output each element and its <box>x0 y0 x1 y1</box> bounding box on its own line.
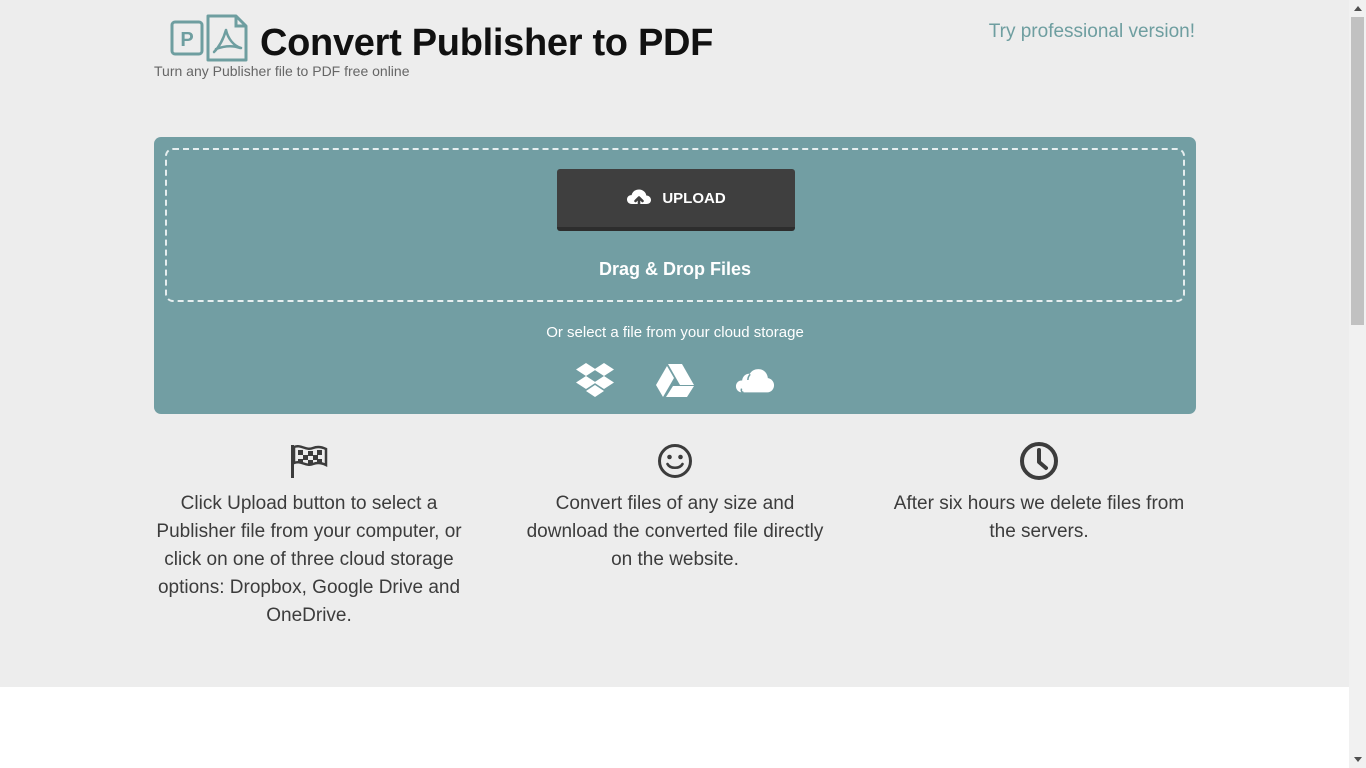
onedrive-icon[interactable] <box>735 361 775 401</box>
drag-drop-text: Drag & Drop Files <box>598 259 752 279</box>
svg-text:P: P <box>180 29 193 51</box>
feature-convert: Convert files of any size and download t… <box>520 440 830 574</box>
cloud-upload-icon <box>626 188 652 208</box>
vertical-scrollbar[interactable] <box>1349 0 1366 768</box>
scroll-thumb[interactable] <box>1351 17 1364 325</box>
scroll-down-arrow-icon[interactable] <box>1349 751 1366 768</box>
feature-upload: Click Upload button to select a Publishe… <box>154 440 464 630</box>
feature-delete-text: After six hours we delete files from the… <box>893 493 1185 542</box>
feature-upload-text: Click Upload button to select a Publishe… <box>156 493 462 626</box>
upload-panel: UPLOAD Drag & Drop Files Or select a fil… <box>154 137 1196 414</box>
main-section: P Convert Publisher to PDF Turn any Publ… <box>0 0 1349 687</box>
dropbox-icon[interactable] <box>575 361 615 401</box>
clock-icon <box>884 440 1194 482</box>
cloud-storage-text: Or select a file from your cloud storage <box>546 324 804 341</box>
drop-zone[interactable]: UPLOAD Drag & Drop Files <box>165 148 1185 302</box>
try-pro-link[interactable]: Try professional version! <box>989 21 1195 43</box>
scroll-up-arrow-icon[interactable] <box>1349 0 1366 17</box>
page-subtitle: Turn any Publisher file to PDF free onli… <box>154 63 410 79</box>
upload-button[interactable]: UPLOAD <box>557 169 795 231</box>
smiley-icon <box>520 440 830 482</box>
flag-icon <box>154 440 464 482</box>
page: P Convert Publisher to PDF Turn any Publ… <box>0 0 1349 768</box>
page-title: Convert Publisher to PDF <box>260 22 714 64</box>
google-drive-icon[interactable] <box>655 361 695 401</box>
upload-button-label: UPLOAD <box>662 189 726 207</box>
cloud-storage-options <box>154 361 1196 401</box>
feature-delete: After six hours we delete files from the… <box>884 440 1194 546</box>
feature-convert-text: Convert files of any size and download t… <box>526 493 824 570</box>
publisher-pdf-logo-icon[interactable]: P <box>170 13 250 63</box>
